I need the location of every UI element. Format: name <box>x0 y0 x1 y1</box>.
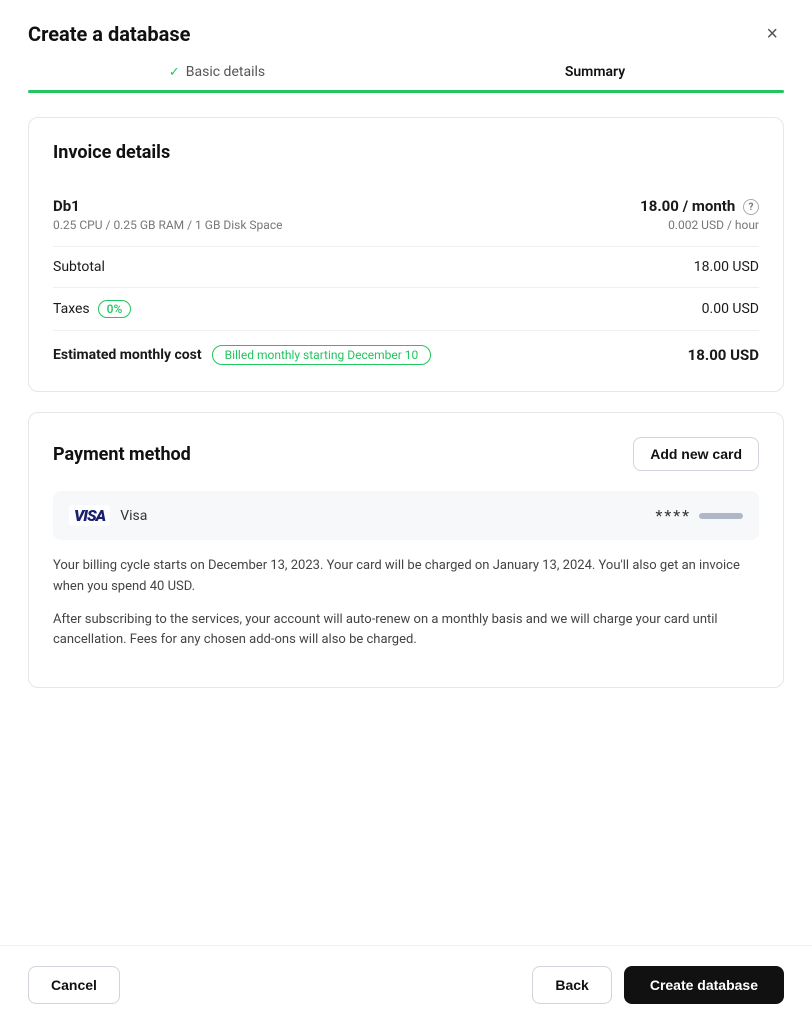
modal: Create a database × ✓ Basic details Summ… <box>0 0 812 1024</box>
progress-bar-fill <box>28 90 784 93</box>
step1-label: Basic details <box>186 64 265 80</box>
add-card-button[interactable]: Add new card <box>633 437 759 471</box>
payment-header: Payment method Add new card <box>53 437 759 471</box>
db-info: Db1 0.25 CPU / 0.25 GB RAM / 1 GB Disk S… <box>53 197 282 232</box>
db-price-main: 18.00 / month ? <box>640 197 759 215</box>
visa-left: VISA Visa <box>69 505 147 526</box>
tax-badge: 0% <box>98 300 132 318</box>
db-price: 18.00 / month ? 0.002 USD / hour <box>640 197 759 232</box>
help-icon[interactable]: ? <box>743 199 759 215</box>
estimated-left: Estimated monthly cost Billed monthly st… <box>53 345 431 365</box>
close-button[interactable]: × <box>760 22 784 46</box>
step-summary: Summary <box>406 64 784 80</box>
cancel-button[interactable]: Cancel <box>28 966 120 1004</box>
invoice-card: Invoice details Db1 0.25 CPU / 0.25 GB R… <box>28 117 784 392</box>
subtotal-label: Subtotal <box>53 259 105 275</box>
payment-title: Payment method <box>53 444 191 465</box>
db-name: Db1 <box>53 197 282 215</box>
estimated-price: 18.00 USD <box>688 346 759 364</box>
visa-card-row: VISA Visa **** <box>53 491 759 540</box>
taxes-row: Taxes 0% 0.00 USD <box>53 288 759 331</box>
back-button[interactable]: Back <box>532 966 611 1004</box>
db-invoice-row: Db1 0.25 CPU / 0.25 GB RAM / 1 GB Disk S… <box>53 183 759 247</box>
estimated-row: Estimated monthly cost Billed monthly st… <box>53 331 759 367</box>
progress-bar-container <box>0 90 812 93</box>
footer-right: Back Create database <box>532 966 784 1004</box>
step-basic-details: ✓ Basic details <box>28 64 406 80</box>
card-dots: **** <box>655 506 691 525</box>
card-last4 <box>699 513 743 519</box>
billing-note-2: After subscribing to the services, your … <box>53 610 759 652</box>
subtotal-row: Subtotal 18.00 USD <box>53 247 759 288</box>
payment-card: Payment method Add new card VISA Visa **… <box>28 412 784 688</box>
taxes-label: Taxes <box>53 301 90 317</box>
content: Invoice details Db1 0.25 CPU / 0.25 GB R… <box>0 93 812 945</box>
taxes-value: 0.00 USD <box>702 301 759 317</box>
billing-badge: Billed monthly starting December 10 <box>212 345 432 365</box>
stepper: ✓ Basic details Summary <box>0 64 812 80</box>
db-price-sub: 0.002 USD / hour <box>640 218 759 232</box>
taxes-left: Taxes 0% <box>53 300 131 318</box>
step2-label: Summary <box>565 64 625 80</box>
visa-label: Visa <box>120 508 147 524</box>
modal-title: Create a database <box>28 22 190 46</box>
progress-bar-bg <box>28 90 784 93</box>
billing-note-1: Your billing cycle starts on December 13… <box>53 556 759 598</box>
visa-right: **** <box>655 506 743 525</box>
invoice-title: Invoice details <box>53 142 759 163</box>
subtotal-value: 18.00 USD <box>694 259 759 275</box>
step1-check-icon: ✓ <box>169 65 180 80</box>
modal-header: Create a database × <box>0 0 812 64</box>
estimated-label: Estimated monthly cost <box>53 347 202 363</box>
visa-logo: VISA <box>69 505 110 526</box>
footer: Cancel Back Create database <box>0 945 812 1024</box>
create-database-button[interactable]: Create database <box>624 966 784 1004</box>
db-specs: 0.25 CPU / 0.25 GB RAM / 1 GB Disk Space <box>53 218 282 232</box>
